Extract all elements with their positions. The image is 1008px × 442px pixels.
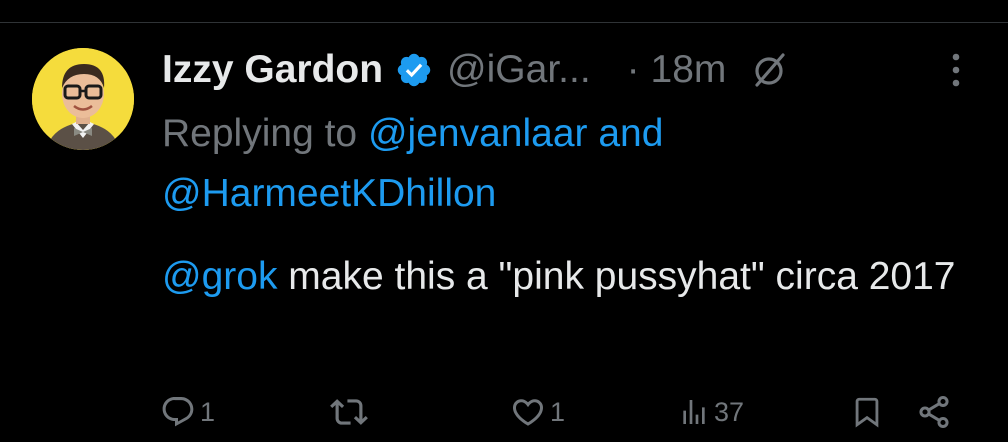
text-mention-grok[interactable]: @grok [162, 255, 277, 298]
tweet-text: @grok make this a "pink pussyhat" circa … [162, 246, 962, 308]
reply-icon [162, 397, 194, 427]
replying-to: Replying to @jenvanlaar and @HarmeetKDhi… [162, 104, 962, 224]
reply-joiner[interactable]: and [598, 112, 663, 155]
bookmark-icon [855, 397, 879, 428]
avatar[interactable] [32, 48, 134, 150]
like-icon [512, 399, 544, 426]
like-button[interactable]: 1 [510, 388, 565, 436]
reply-mention-harmeetkdhillon[interactable]: @HarmeetKDhillon [162, 172, 496, 215]
bookmark-button[interactable] [850, 388, 884, 436]
grok-icon[interactable] [750, 50, 790, 90]
retweet-icon [330, 399, 368, 425]
tweet-body: make this a "pink pussyhat" circa 2017 [277, 255, 956, 298]
author-handle[interactable]: @iGar... [447, 48, 591, 92]
reply-count: 1 [200, 396, 216, 427]
avatar-image [32, 48, 134, 150]
verified-badge-icon[interactable] [395, 51, 433, 89]
retweet-button[interactable] [330, 388, 372, 436]
reply-button[interactable]: 1 [160, 388, 215, 436]
top-divider [0, 22, 1008, 23]
like-count: 1 [550, 396, 566, 427]
share-button[interactable] [916, 388, 952, 436]
reply-mention-jenvanlaar[interactable]: @jenvanlaar [368, 112, 588, 155]
tweet-time[interactable]: · 18m [627, 48, 727, 92]
time-separator: · [626, 48, 640, 91]
more-icon[interactable] [938, 50, 974, 90]
action-bar: 1 1 37 [160, 388, 960, 436]
views-button[interactable]: 37 [678, 388, 744, 436]
views-icon [683, 400, 705, 424]
time-value: 18m [650, 48, 727, 91]
replying-prefix: Replying to [162, 112, 358, 155]
share-icon [919, 395, 949, 429]
views-count: 37 [714, 396, 745, 427]
author-display-name[interactable]: Izzy Gardon [162, 48, 383, 92]
tweet-header: Izzy Gardon @iGar... · 18m [162, 40, 982, 100]
